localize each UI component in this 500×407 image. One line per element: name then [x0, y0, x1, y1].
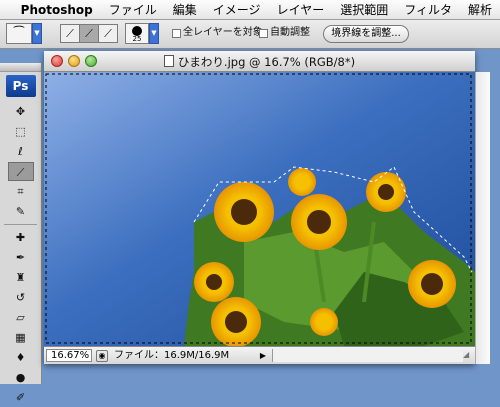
document-window: ひまわり.jpg @ 16.7% (RGB/8*) 16.67% ◉ ファイル：… — [44, 51, 475, 364]
auto-enhance-checkbox[interactable] — [259, 29, 268, 38]
crop-tool-icon[interactable]: ⌗ — [8, 182, 34, 201]
status-menu-arrow-icon[interactable]: ▶ — [258, 350, 268, 362]
horizontal-scrollbar[interactable] — [272, 349, 463, 362]
toolbox-header[interactable] — [0, 63, 41, 72]
menu-bar: Photoshop ファイル 編集 イメージ レイヤー 選択範囲 フィルタ 解析 — [0, 0, 500, 20]
status-bar: 16.67% ◉ ファイル：16.9M/16.9M ▶ ◢ — [44, 346, 475, 364]
sample-all-layers-label: 全レイヤーを対象 — [183, 27, 263, 38]
subtract-from-selection-button[interactable]: ⟋ — [98, 24, 118, 43]
menu-image[interactable]: イメージ — [205, 0, 269, 20]
history-brush-tool-icon[interactable]: ↺ — [8, 288, 34, 307]
marquee-tool-icon[interactable]: ⬚ — [8, 122, 34, 141]
menu-edit[interactable]: 編集 — [165, 0, 205, 20]
toolbox: Ps ✥ ⬚ ℓ ⟋ ⌗ ✎ ✚ ✒ ♜ ↺ ▱ ▦ ♦ ● ✐ — [0, 63, 42, 404]
eraser-tool-icon[interactable]: ▱ — [8, 308, 34, 327]
tool-preset-dropdown-icon[interactable]: ▼ — [32, 23, 42, 44]
status-info-icon[interactable]: ◉ — [96, 350, 108, 362]
document-title: ひまわり.jpg @ 16.7% (RGB/8*) — [44, 54, 475, 70]
vertical-scrollbar[interactable] — [475, 72, 490, 364]
document-title-bar[interactable]: ひまわり.jpg @ 16.7% (RGB/8*) — [44, 51, 475, 72]
menu-analysis[interactable]: 解析 — [460, 0, 500, 20]
sunflower-image — [44, 72, 475, 346]
ps-logo[interactable]: Ps — [5, 75, 36, 97]
move-tool-icon[interactable]: ✥ — [8, 102, 34, 121]
menu-select[interactable]: 選択範囲 — [332, 0, 396, 20]
zoom-level-field[interactable]: 16.67% — [46, 349, 92, 362]
file-info: ファイル：16.9M/16.9M — [114, 350, 230, 361]
toolbox-divider — [4, 224, 37, 225]
brush-picker[interactable]: 25 — [125, 23, 149, 44]
pen-tool-icon[interactable]: ✐ — [8, 388, 34, 407]
blur-tool-icon[interactable]: ♦ — [8, 348, 34, 367]
menu-file[interactable]: ファイル — [101, 0, 165, 20]
sample-all-layers-checkbox[interactable] — [172, 29, 181, 38]
gradient-tool-icon[interactable]: ▦ — [8, 328, 34, 347]
quick-selection-tool-icon[interactable]: ⟋ — [7, 162, 34, 181]
clone-stamp-tool-icon[interactable]: ♜ — [8, 268, 34, 287]
document-title-text: ひまわり.jpg @ 16.7% (RGB/8*) — [177, 55, 356, 69]
refine-edge-button[interactable]: 境界線を調整... — [323, 25, 409, 43]
lasso-tool-icon[interactable]: ℓ — [8, 142, 34, 161]
menu-layer[interactable]: レイヤー — [269, 0, 333, 20]
eyedropper-tool-icon[interactable]: ✎ — [8, 202, 34, 221]
add-to-selection-button[interactable]: ⟋ — [79, 24, 99, 43]
options-bar: ⁀ ▼ ⟋ ⟋ ⟋ 25 ▼ 全レイヤーを対象 自動調整 境界線を調整... — [0, 20, 500, 49]
image-canvas[interactable] — [44, 72, 475, 346]
healing-brush-tool-icon[interactable]: ✚ — [8, 228, 34, 247]
menu-filter[interactable]: フィルタ — [396, 0, 460, 20]
brush-tool-icon[interactable]: ✒ — [8, 248, 34, 267]
document-file-icon — [163, 55, 174, 67]
auto-enhance-label: 自動調整 — [270, 27, 310, 38]
new-selection-button[interactable]: ⟋ — [60, 24, 80, 43]
tool-preset-picker[interactable]: ⁀ — [6, 23, 32, 44]
resize-grip-icon[interactable]: ◢ — [463, 350, 474, 361]
brush-size: 25 — [132, 35, 142, 43]
quick-selection-icon: ⁀ — [14, 26, 24, 40]
dodge-tool-icon[interactable]: ● — [8, 368, 34, 387]
brush-dropdown-icon[interactable]: ▼ — [149, 23, 159, 44]
menu-app-name[interactable]: Photoshop — [19, 0, 101, 20]
